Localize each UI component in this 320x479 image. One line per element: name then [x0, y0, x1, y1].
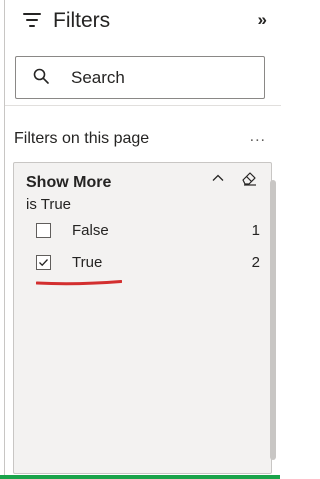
- filter-state: is True: [26, 196, 72, 213]
- option-label: True: [72, 254, 103, 271]
- search-input[interactable]: Search: [15, 56, 265, 99]
- option-count: 1: [251, 222, 260, 239]
- more-options-button[interactable]: ...: [250, 127, 266, 147]
- option-count: 2: [251, 254, 260, 271]
- filter-lines-icon: [23, 13, 41, 27]
- header-divider: [5, 105, 281, 106]
- filter-option-false[interactable]: False 1: [36, 219, 266, 245]
- checkbox-true[interactable]: [36, 255, 51, 270]
- checkbox-false[interactable]: [36, 223, 51, 238]
- filter-card[interactable]: Show More is True False 1 True 2: [13, 162, 272, 474]
- filters-pane: Filters » Search Filters on this page ..…: [4, 0, 281, 479]
- eraser-icon[interactable]: [240, 169, 258, 187]
- search-placeholder: Search: [71, 68, 125, 87]
- filter-option-true[interactable]: True 2: [36, 251, 266, 277]
- filter-field-name: Show More: [26, 174, 112, 191]
- option-label: False: [72, 222, 109, 239]
- bottom-accent-bar: [0, 475, 280, 479]
- filters-header: Filters »: [5, 0, 281, 42]
- checkmark-icon: [39, 259, 48, 267]
- chevron-up-icon[interactable]: [211, 171, 225, 185]
- section-title: Filters on this page: [14, 130, 150, 147]
- pane-title: Filters: [53, 9, 111, 32]
- collapse-pane-icon[interactable]: »: [258, 9, 267, 31]
- search-icon: [33, 68, 49, 84]
- annotation-underline: [36, 280, 122, 286]
- scrollbar[interactable]: [270, 180, 276, 460]
